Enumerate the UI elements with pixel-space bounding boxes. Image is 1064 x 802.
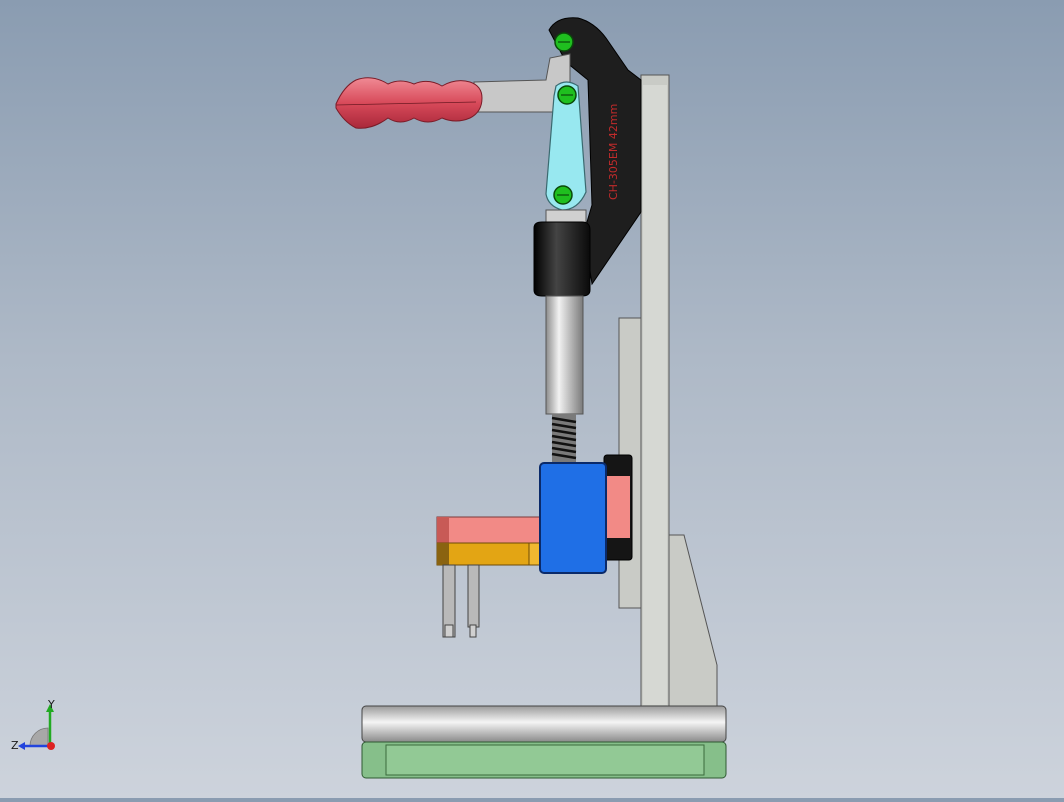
probe-pins: [442, 564, 480, 638]
plunger-rod[interactable]: [545, 295, 584, 415]
clamp-model-label: CH-305EM 42mm: [607, 104, 620, 200]
cad-viewport[interactable]: CH-305EM 42mm Y Z: [0, 0, 1064, 798]
spring: [551, 414, 577, 462]
orientation-triad: Y Z: [11, 698, 55, 752]
triad-z-label: Z: [11, 739, 19, 752]
triad-y-label: Y: [47, 698, 55, 711]
pad-lower[interactable]: [436, 542, 544, 566]
handle-grip[interactable]: [335, 77, 483, 129]
slider-block[interactable]: [539, 462, 607, 574]
base-plate[interactable]: [361, 705, 727, 743]
model-canvas[interactable]: CH-305EM 42mm: [0, 0, 1064, 798]
gusset[interactable]: [668, 534, 718, 708]
plunger-sleeve[interactable]: [533, 221, 591, 297]
column[interactable]: [640, 74, 670, 708]
pad-upper[interactable]: [436, 516, 544, 544]
